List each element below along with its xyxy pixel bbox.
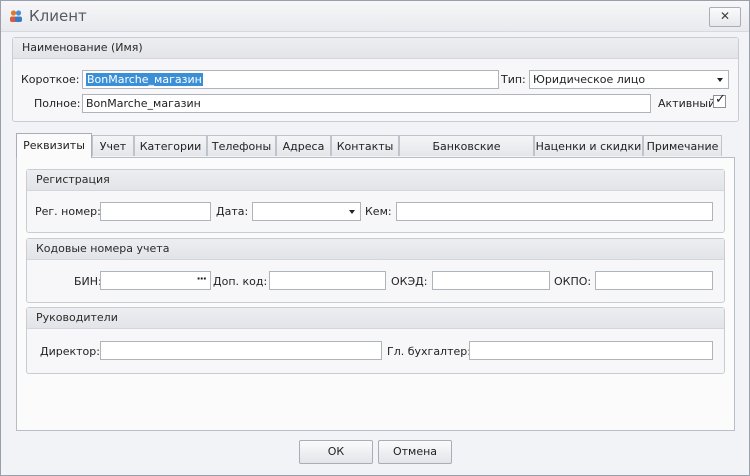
managers-group: Руководители Директор: Гл. бухгалтер: <box>26 307 725 374</box>
okpo-input[interactable] <box>595 271 713 290</box>
client-app-icon <box>10 10 22 22</box>
name-group-header: Наименование (Имя) <box>13 38 738 59</box>
tab-phones[interactable]: Телефоны <box>207 135 276 156</box>
account-codes-group: Кодовые номера учета БИН: ··· Доп. код: … <box>26 238 725 303</box>
type-select[interactable]: Юридическое лицо <box>529 70 729 89</box>
short-name-label: Короткое: <box>21 73 80 86</box>
tab-accounting[interactable]: Учет <box>92 135 134 156</box>
extra-code-input[interactable] <box>269 271 386 290</box>
full-name-input[interactable]: BonMarche_магазин <box>82 94 651 113</box>
bin-input[interactable]: ··· <box>100 271 211 290</box>
chevron-down-icon <box>349 210 355 214</box>
type-select-value: Юридическое лицо <box>533 73 646 86</box>
tab-addresses[interactable]: Адреса <box>276 135 331 156</box>
active-label: Активный <box>658 97 716 110</box>
short-name-value: BonMarche_магазин <box>86 73 203 86</box>
okpo-label: ОКПО: <box>554 275 592 288</box>
issued-by-label: Кем: <box>365 205 392 218</box>
ok-button[interactable]: ОК <box>299 440 373 464</box>
account-codes-header: Кодовые номера учета <box>27 239 724 260</box>
title-bar[interactable]: Клиент ✕ <box>1 1 749 32</box>
tab-contacts[interactable]: Контакты <box>331 135 399 156</box>
type-label: Тип: <box>501 73 526 86</box>
issued-by-input[interactable] <box>396 202 713 221</box>
requisites-panel: Регистрация Рег. номер: Дата: Кем: Кодов… <box>16 157 735 431</box>
oked-label: ОКЭД: <box>391 275 428 288</box>
chief-accountant-label: Гл. бухгалтер: <box>387 345 471 358</box>
director-label: Директор: <box>40 345 100 358</box>
managers-header: Руководители <box>27 308 724 329</box>
bin-label: БИН: <box>74 275 102 288</box>
client-dialog: Клиент ✕ Наименование (Имя) Короткое: Bo… <box>0 0 750 476</box>
short-name-input[interactable]: BonMarche_магазин <box>82 70 499 89</box>
close-icon: ✕ <box>719 9 731 23</box>
reg-number-label: Рег. номер: <box>35 205 101 218</box>
name-group: Наименование (Имя) Короткое: BonMarche_м… <box>12 37 739 122</box>
tab-markups-discounts[interactable]: Наценки и скидки <box>534 135 643 156</box>
checkmark-icon: ✓ <box>715 92 726 107</box>
full-name-value: BonMarche_магазин <box>86 97 201 110</box>
tab-notes[interactable]: Примечание <box>643 135 722 156</box>
window-title: Клиент <box>29 7 87 25</box>
reg-number-input[interactable] <box>100 202 211 221</box>
full-name-label: Полное: <box>34 97 81 110</box>
close-button[interactable]: ✕ <box>709 7 741 27</box>
cancel-button[interactable]: Отмена <box>378 440 452 464</box>
chevron-down-icon <box>717 78 723 82</box>
tab-bank-details[interactable]: Банковские реквизиты <box>399 135 534 174</box>
registration-header: Регистрация <box>27 170 724 191</box>
chief-accountant-input[interactable] <box>469 341 713 360</box>
date-picker[interactable] <box>252 202 361 221</box>
oked-input[interactable] <box>432 271 550 290</box>
active-checkbox[interactable]: ✓ <box>713 92 726 108</box>
director-input[interactable] <box>100 341 382 360</box>
ellipsis-icon[interactable]: ··· <box>196 272 207 287</box>
date-label: Дата: <box>216 205 249 218</box>
tab-categories[interactable]: Категории <box>134 135 207 156</box>
tab-requisites[interactable]: Реквизиты <box>16 133 92 158</box>
extra-code-label: Доп. код: <box>213 275 268 288</box>
registration-group: Регистрация Рег. номер: Дата: Кем: <box>26 169 725 233</box>
